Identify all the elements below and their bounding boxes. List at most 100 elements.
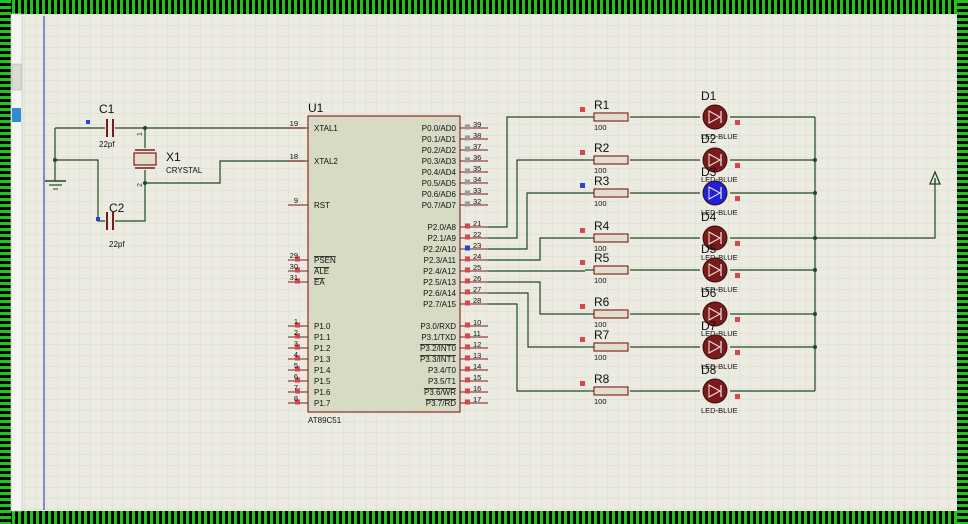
pin-state-marker (465, 201, 470, 207)
pin-name: P3.1/TXD (421, 333, 456, 342)
pin-name: P2.1/A9 (428, 234, 457, 243)
pin-name: PSEN (314, 256, 336, 265)
mcu-u1[interactable]: U1 AT89C51 19XTAL118XTAL29RST29PSEN30ALE… (288, 101, 488, 425)
pin-number: 34 (473, 175, 481, 184)
pin-state-marker (465, 267, 470, 273)
resistor-body (593, 155, 629, 165)
resistor-ref: R4 (594, 219, 610, 233)
led-body (702, 180, 728, 206)
pin-number: 19 (290, 119, 298, 128)
pin-number: 36 (473, 153, 481, 162)
pin-state-marker (735, 196, 740, 201)
resistor-ref: R5 (594, 251, 610, 265)
pin-name: P1.7 (314, 399, 331, 408)
pin-name: P1.1 (314, 333, 331, 342)
resistor-value: 100 (594, 353, 607, 362)
led-ref: D4 (701, 210, 717, 224)
x1-value: CRYSTAL (166, 166, 203, 175)
pin-number: 29 (290, 251, 298, 260)
pin-name: P0.1/AD1 (422, 135, 457, 144)
pin-number: 15 (473, 373, 481, 382)
pin-name: RST (314, 201, 330, 210)
pin-state-marker (580, 260, 585, 265)
pin-name: P3.7/RD (426, 399, 456, 408)
resistor-body (593, 309, 629, 319)
pin-state-marker (465, 333, 470, 339)
led-ref: D1 (701, 89, 717, 103)
resistor-value: 100 (594, 397, 607, 406)
pin-number: 11 (473, 329, 481, 338)
pin-name: XTAL1 (314, 124, 338, 133)
pin-number: 26 (473, 274, 481, 283)
pin-number: 9 (294, 196, 298, 205)
c1-value: 22pf (99, 140, 115, 149)
resistor-ref: R3 (594, 174, 610, 188)
pin-name: P0.6/AD6 (422, 190, 457, 199)
c2-ref: C2 (109, 201, 125, 215)
pin-name: XTAL2 (314, 157, 338, 166)
frame-bottom (0, 511, 968, 524)
pin-name: P1.4 (314, 366, 331, 375)
resistor-body (593, 342, 629, 352)
resistor-body (593, 233, 629, 243)
led-ref: D6 (701, 286, 717, 300)
pin-state-marker (735, 163, 740, 168)
resistor-value: 100 (594, 199, 607, 208)
led-ref: D7 (701, 319, 717, 333)
schematic-canvas[interactable]: C1 22pf C2 22pf 1 2 X1 CRYSTAL U1 AT89C5… (0, 0, 968, 524)
pin-name: P2.5/A13 (423, 278, 456, 287)
resistor-ref: R1 (594, 98, 610, 112)
led-ref: D2 (701, 132, 717, 146)
schematic-window: C1 22pf C2 22pf 1 2 X1 CRYSTAL U1 AT89C5… (0, 0, 968, 524)
pin-state-marker (735, 241, 740, 246)
junction-dot (53, 158, 57, 162)
pin-number: 7 (294, 383, 298, 392)
pin-number: 18 (290, 152, 298, 161)
pin-number: 21 (473, 219, 481, 228)
pin-number: 16 (473, 384, 481, 393)
pin-state-marker (465, 300, 470, 306)
pin-number: 10 (473, 318, 481, 327)
pin-name: P0.3/AD3 (422, 157, 457, 166)
c2-value: 22pf (109, 240, 125, 249)
probe-marker (96, 217, 100, 221)
pin-state-marker (465, 157, 470, 163)
pin-number: 1 (294, 317, 298, 326)
pin-name: P0.5/AD5 (422, 179, 457, 188)
pin-number: 38 (473, 131, 481, 140)
probe-marker (86, 120, 90, 124)
led-body (702, 334, 728, 360)
pin-number: 23 (473, 241, 481, 250)
pin-state-marker (580, 381, 585, 386)
pin-number: 22 (473, 230, 481, 239)
pin-state-marker (465, 190, 470, 196)
resistor-body (593, 112, 629, 122)
pin-state-marker (580, 183, 585, 188)
pin-number: 4 (294, 350, 298, 359)
led-body (702, 257, 728, 283)
pin-number: 5 (294, 361, 298, 370)
pin-state-marker (580, 337, 585, 342)
pin-state-marker (465, 146, 470, 152)
pin-state-marker (465, 256, 470, 262)
pin-name: P3.0/RXD (420, 322, 456, 331)
pin-number: 2 (294, 328, 298, 337)
pin-number: 27 (473, 285, 481, 294)
pin-state-marker (465, 289, 470, 295)
pin-number: 12 (473, 340, 481, 349)
resistor-body (593, 386, 629, 396)
left-panel-tab[interactable] (11, 63, 22, 91)
pin-name: P1.6 (314, 388, 331, 397)
led-ref: D3 (701, 165, 717, 179)
pin-name: P2.2/A10 (423, 245, 456, 254)
pin-state-marker (465, 234, 470, 240)
pin-name: P0.0/AD0 (422, 124, 457, 133)
pin-state-marker (735, 317, 740, 322)
pin-state-marker (580, 107, 585, 112)
left-panel-scroll-thumb[interactable] (12, 108, 21, 122)
resistor-ref: R2 (594, 141, 610, 155)
pin-state-marker (465, 124, 470, 130)
pin-name: EA (314, 278, 325, 287)
pin-state-marker (580, 228, 585, 233)
pin-number: 30 (290, 262, 298, 271)
